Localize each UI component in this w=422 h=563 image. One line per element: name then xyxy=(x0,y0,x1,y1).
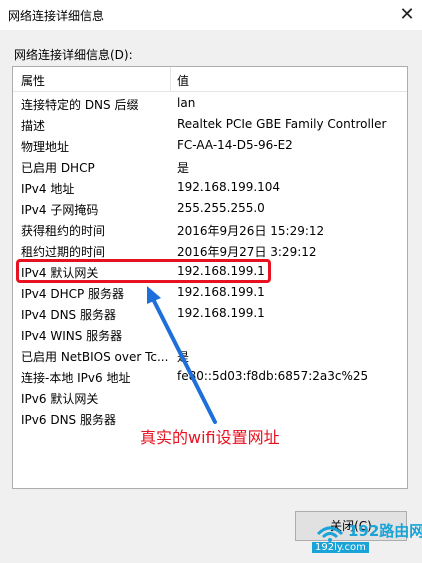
wifi-icon xyxy=(316,526,344,542)
annotation-text: 真实的wifi设置网址 xyxy=(140,428,280,447)
annotation-arrow xyxy=(147,286,217,424)
watermark-brand: 192路由网 xyxy=(348,522,422,540)
watermark-logo: 192路由网 192ly.com xyxy=(312,520,422,560)
watermark-url: 192ly.com xyxy=(312,542,369,553)
